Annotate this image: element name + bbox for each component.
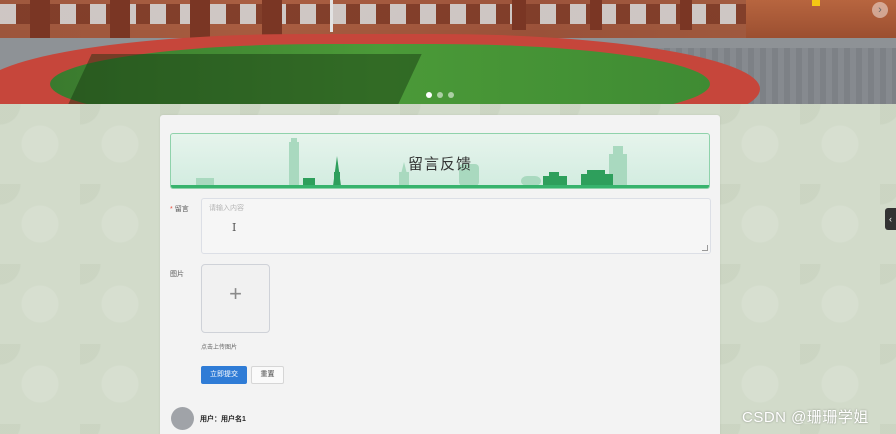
page-title: 留言反馈 — [407, 156, 472, 173]
comment-user: 用户：用户名1 — [200, 414, 246, 424]
required-mark: * — [170, 206, 173, 213]
banner-field-shadow — [68, 54, 422, 104]
plus-icon: + — [229, 281, 242, 306]
watermark: CSDN @珊珊学姐 — [742, 409, 869, 426]
avatar — [171, 407, 194, 430]
message-placeholder: 请输入内容 — [209, 205, 244, 212]
carousel-banner[interactable]: › — [0, 0, 896, 104]
feedback-card: 留言反馈 * 留言 请输入内容 I 图片 + 点击上传图片 立即提交 重置 用户：… — [160, 115, 720, 434]
image-label: 图片 — [170, 271, 184, 278]
text-cursor-icon: I — [232, 221, 237, 234]
feedback-header-banner: 留言反馈 — [170, 133, 710, 189]
image-upload-box[interactable]: + — [201, 264, 270, 333]
reset-button[interactable]: 重置 — [251, 366, 284, 384]
user-prefix: 用户： — [200, 416, 221, 423]
chevron-left-icon[interactable]: ‹ — [885, 208, 896, 230]
carousel-dot[interactable] — [437, 92, 443, 98]
carousel-dot[interactable] — [426, 92, 432, 98]
message-label-text: 留言 — [174, 206, 189, 213]
upload-hint: 点击上传图片 — [201, 345, 238, 351]
message-label: * 留言 — [170, 204, 189, 214]
banner-flag-pole — [330, 0, 333, 32]
user-name: 用户名1 — [221, 416, 246, 423]
submit-button[interactable]: 立即提交 — [201, 366, 247, 384]
chevron-right-icon[interactable]: › — [872, 2, 888, 18]
carousel-dot[interactable] — [448, 92, 454, 98]
carousel-indicators — [426, 92, 454, 98]
resize-handle[interactable] — [702, 245, 708, 251]
banner-yellow-flag — [812, 0, 820, 6]
message-textarea[interactable]: 请输入内容 I — [201, 198, 711, 254]
header-accent-line — [171, 185, 709, 188]
